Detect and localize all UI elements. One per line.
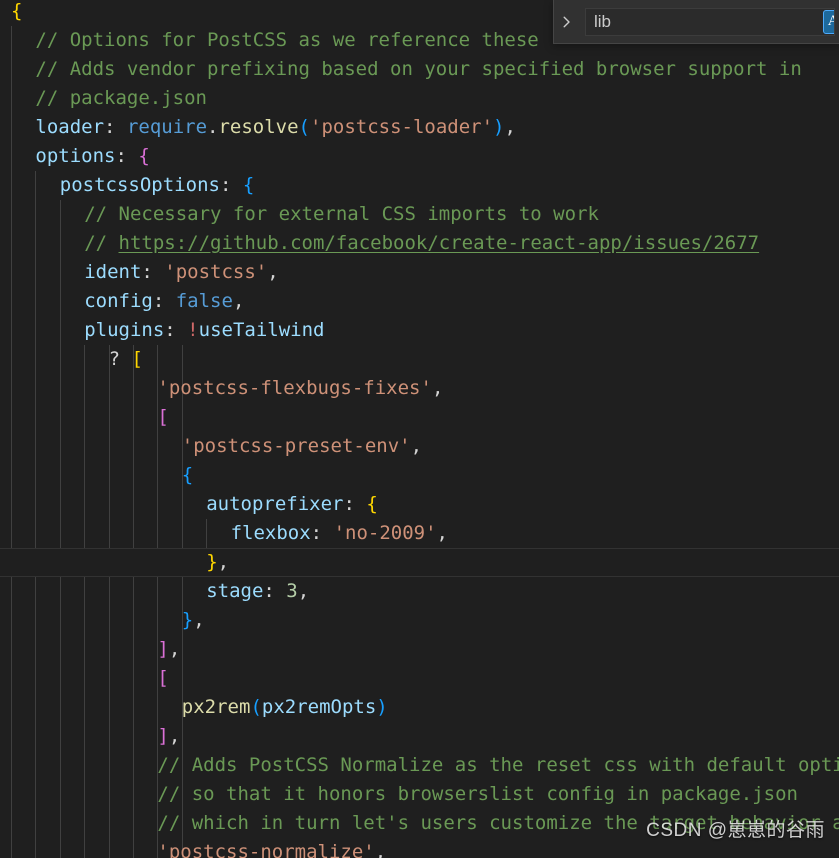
code-line[interactable]: // so that it honors browserslist config… xyxy=(157,780,798,809)
code-line[interactable]: ident: 'postcss', xyxy=(84,258,279,287)
code-line[interactable]: { xyxy=(11,0,22,26)
code-line[interactable]: 'postcss-preset-env', xyxy=(182,432,422,461)
editor-screenshot: { // Options for PostCSS as we reference … xyxy=(0,0,839,858)
code-line[interactable]: // Adds vendor prefixing based on your s… xyxy=(35,55,801,84)
code-line[interactable]: }, xyxy=(206,548,229,577)
code-line[interactable]: ], xyxy=(157,635,180,664)
code-line[interactable]: stage: 3, xyxy=(206,577,309,606)
code-line[interactable]: ? [ xyxy=(109,345,143,374)
code-line[interactable]: autoprefixer: { xyxy=(206,490,378,519)
code-line[interactable]: [ xyxy=(157,403,168,432)
code-line[interactable]: // Necessary for external CSS imports to… xyxy=(84,200,599,229)
code-line[interactable]: }, xyxy=(182,606,205,635)
code-content[interactable]: { // Options for PostCSS as we reference … xyxy=(0,0,839,858)
code-line[interactable]: 'postcss-normalize', xyxy=(157,838,386,858)
code-line[interactable]: px2rem(px2remOpts) xyxy=(182,693,388,722)
match-case-button[interactable]: Aa xyxy=(823,9,834,34)
code-line[interactable]: loader: require.resolve('postcss-loader'… xyxy=(35,113,516,142)
code-line[interactable]: flexbox: 'no-2009', xyxy=(231,519,448,548)
code-line[interactable]: // Adds PostCSS Normalize as the reset c… xyxy=(157,751,839,780)
code-line[interactable]: ], xyxy=(157,722,180,751)
code-line[interactable]: 'postcss-flexbugs-fixes', xyxy=(157,374,443,403)
find-input-box[interactable]: Aa ab .* xyxy=(585,7,835,36)
code-line[interactable]: // package.json xyxy=(35,84,207,113)
chevron-right-icon[interactable] xyxy=(554,0,580,44)
code-line[interactable]: config: false, xyxy=(84,287,244,316)
find-widget[interactable]: Aa ab .* xyxy=(553,0,839,44)
code-line[interactable]: postcssOptions: { xyxy=(60,171,255,200)
code-line[interactable]: // https://github.com/facebook/create-re… xyxy=(84,229,759,258)
match-case-label: Aa xyxy=(828,13,834,30)
search-input[interactable] xyxy=(586,8,823,35)
code-line[interactable]: [ xyxy=(157,664,168,693)
find-option-buttons[interactable]: Aa ab .* xyxy=(823,9,834,34)
code-line[interactable]: // which in turn let's users customize t… xyxy=(157,809,839,838)
code-editor[interactable]: { // Options for PostCSS as we reference … xyxy=(0,0,839,858)
code-line[interactable]: plugins: !useTailwind xyxy=(84,316,324,345)
code-line[interactable]: { xyxy=(182,461,193,490)
code-line[interactable]: // Options for PostCSS as we reference t… xyxy=(35,26,538,55)
code-line[interactable]: options: { xyxy=(35,142,149,171)
